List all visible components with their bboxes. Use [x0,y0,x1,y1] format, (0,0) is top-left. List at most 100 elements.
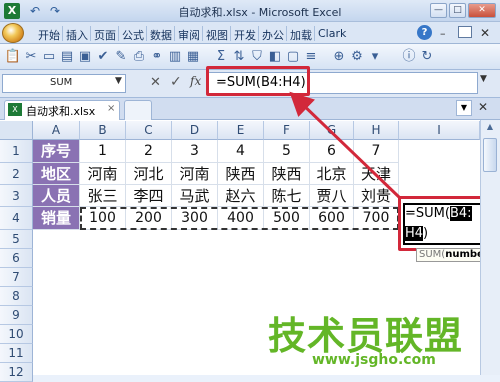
column-header[interactable]: E [218,121,264,140]
info-icon[interactable]: ⓘ [400,48,418,66]
table-cell[interactable]: 李四 [126,185,172,207]
table-cell[interactable]: 3 [172,140,218,163]
new-icon[interactable]: ▭ [40,48,58,66]
row-header[interactable]: 8 [0,287,33,306]
row-header[interactable]: 10 [0,325,33,344]
tab-review[interactable]: 审阅 [178,27,200,42]
row-header[interactable]: 6 [0,249,33,268]
table-cell[interactable]: 6 [310,140,354,163]
table-cell[interactable]: 北京 [310,163,354,185]
table-cell[interactable]: 4 [218,140,264,163]
tab-clark[interactable]: Clark [318,27,346,42]
table-cell[interactable]: 张三 [80,185,126,207]
table-cell[interactable]: 河南 [80,163,126,185]
ribbon-minimize-icon[interactable]: – [440,27,446,40]
column-header[interactable]: C [126,121,172,140]
row-header[interactable]: 7 [0,268,33,287]
undo-icon[interactable]: ↶ [26,3,44,19]
tab-insert[interactable]: 插入 [66,27,88,42]
maximize-button[interactable]: □ [449,3,466,18]
help-icon[interactable]: ? [417,25,432,40]
table-cell[interactable]: 陕西 [264,163,310,185]
select-all-corner[interactable] [0,121,33,140]
paste-icon[interactable]: 📋 [4,48,22,66]
table-cell[interactable]: 陕西 [218,163,264,185]
sort-icon[interactable]: ⇅ [230,48,248,66]
table-cell[interactable]: 赵六 [218,185,264,207]
table-cell[interactable]: 5 [264,140,310,163]
open-icon[interactable]: ▤ [58,48,76,66]
row-header[interactable]: 3 [0,185,33,207]
row-header[interactable]: 9 [0,306,33,325]
table-cell[interactable]: 河南 [172,163,218,185]
column-header[interactable]: D [172,121,218,140]
table-icon[interactable]: ▦ [184,48,202,66]
link-icon[interactable]: ⚭ [148,48,166,66]
row-header[interactable]: 11 [0,344,33,363]
row-header[interactable]: 2 [0,163,33,185]
column-header[interactable]: A [33,121,80,140]
table-cell[interactable]: 7 [354,140,399,163]
insert-function-icon[interactable]: fx [190,74,201,88]
table-cell[interactable]: 马武 [172,185,218,207]
excel-app-icon[interactable]: X [4,3,20,19]
table-cell[interactable]: 陈七 [264,185,310,207]
table-cell[interactable]: 刘贵 [354,185,399,207]
tab-view[interactable]: 视图 [206,27,228,42]
cancel-icon[interactable]: ✕ [150,75,161,90]
row-header[interactable]: 5 [0,230,33,249]
fill-icon[interactable]: ◧ [266,48,284,66]
sum-icon[interactable]: Σ [212,48,230,66]
table-cell[interactable]: 2 [126,140,172,163]
redo-icon[interactable]: ↷ [46,3,64,19]
expand-formula-icon[interactable]: ▼ [480,74,487,84]
border-icon[interactable]: ▢ [284,48,302,66]
filter-icon[interactable]: ⛉ [248,48,266,66]
tab-home[interactable]: 开始 [38,27,60,42]
close-button[interactable]: ✕ [468,3,496,18]
table-cell-label[interactable]: 销量 [33,207,80,230]
new-tab-button[interactable] [124,100,152,120]
enter-icon[interactable]: ✓ [170,74,182,90]
scroll-up-icon[interactable]: ▲ [482,122,498,136]
office-button[interactable] [2,23,24,43]
table-cell[interactable]: 河北 [126,163,172,185]
align-icon[interactable]: ≡ [302,48,320,66]
row-header[interactable]: 12 [0,363,33,382]
tab-formulas[interactable]: 公式 [122,27,144,42]
format-painter-icon[interactable]: ✎ [112,48,130,66]
chart-icon[interactable]: ▥ [166,48,184,66]
close-tab-icon[interactable]: × [107,103,115,114]
settings-icon[interactable]: ⚙ [348,48,366,66]
dropdown-icon[interactable]: ▾ [366,48,384,66]
check-icon[interactable]: ✔ [94,48,112,66]
ribbon-restore-icon[interactable] [458,26,472,38]
column-header[interactable]: I [399,121,480,140]
ribbon-close-icon[interactable]: ✕ [480,26,490,40]
column-header[interactable]: F [264,121,310,140]
table-cell[interactable]: 1 [80,140,126,163]
save-icon[interactable]: ▣ [76,48,94,66]
scroll-thumb[interactable] [483,138,497,172]
row-header[interactable]: 1 [0,140,33,163]
chevron-down-icon[interactable]: ▼ [115,76,122,86]
column-header[interactable]: B [80,121,126,140]
table-cell-label[interactable]: 人员 [33,185,80,207]
print-icon[interactable]: ⎙ [130,48,148,66]
column-header[interactable]: H [354,121,399,140]
table-cell-label[interactable]: 序号 [33,140,80,163]
minimize-button[interactable]: — [430,3,447,18]
row-header[interactable]: 4 [0,207,33,230]
cut-icon[interactable]: ✂ [22,48,40,66]
zoom-icon[interactable]: ⊕ [330,48,348,66]
table-cell[interactable]: 天津 [354,163,399,185]
tab-menu-icon[interactable]: ▼ [456,100,472,116]
tab-data[interactable]: 数据 [150,27,172,42]
table-cell-label[interactable]: 地区 [33,163,80,185]
tab-office[interactable]: 办公 [262,27,284,42]
refresh-icon[interactable]: ↻ [418,48,436,66]
tab-developer[interactable]: 开发 [234,27,256,42]
table-cell[interactable]: 贾八 [310,185,354,207]
column-header[interactable]: G [310,121,354,140]
tab-page-layout[interactable]: 页面 [94,27,116,42]
